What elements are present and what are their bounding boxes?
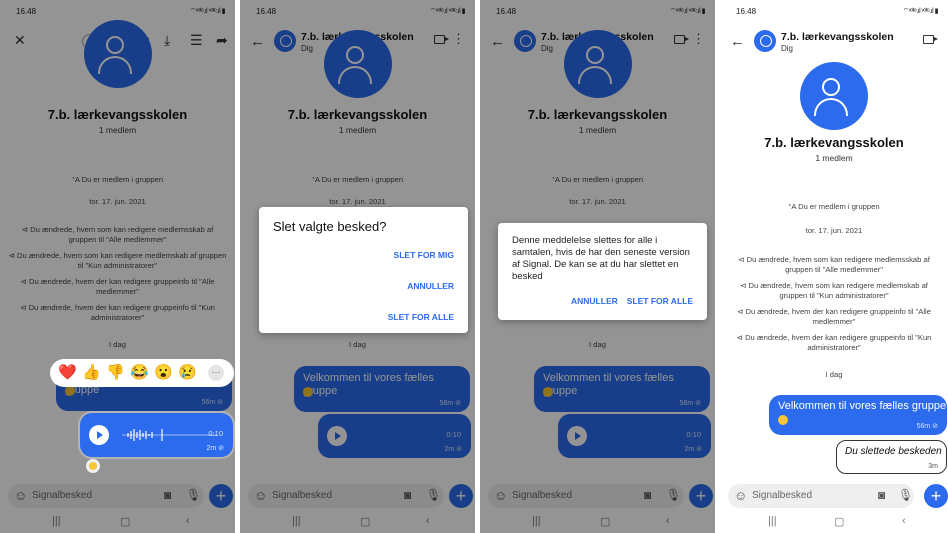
surprised-reaction[interactable]: 😮 — [154, 363, 173, 381]
reaction-badge[interactable] — [86, 459, 100, 473]
today-divider: I dag — [825, 370, 843, 379]
emoji-icon[interactable]: ☺ — [734, 488, 747, 503]
deleted-message-bubble[interactable]: Du slettede beskeden 3m — [836, 440, 947, 474]
group-name: 7.b. lærkevangsskolen — [764, 135, 904, 150]
phone-screen-confirm-dialog: 16.48 ⌔ᵛᵒˡᵗᵉ.ıl ᵛᵒˡᵗᵉ.ıl ▮ ← 7.b. lærkev… — [480, 0, 715, 533]
phone-screen-selection: 16.48 ⌔ᵛᵒˡᵗᵉ.ıl ᵛᵒˡᵗᵉ.ıl ▮ ✕ ⓘ 🗑 ↩ ⤓ ☰ ➦… — [0, 0, 235, 533]
voice-duration: 0:10 — [208, 429, 223, 438]
status-signal-icons: ⌔ᵛᵒˡᵗᵉ.ıl ᵛᵒˡᵗᵉ.ıl ▮ — [902, 8, 939, 15]
nav-back-icon[interactable]: ‹ — [902, 515, 906, 527]
cancel-button[interactable]: ANNULLER — [407, 281, 454, 291]
group-update-event: ⊲ Du ændrede, hvem som kan redigere medl… — [740, 281, 928, 300]
group-update-event: ⊲ Du ændrede, hvem der kan redigere grup… — [737, 307, 931, 326]
delete-for-all-button[interactable]: SLET FOR ALLE — [627, 296, 693, 306]
voice-message-bubble-selected[interactable]: 0:10 2m ⊘ — [80, 413, 233, 457]
delete-for-me-button[interactable]: SLET FOR MIG — [394, 250, 454, 260]
heart-reaction[interactable]: ❤️ — [58, 363, 77, 381]
play-icon[interactable] — [89, 425, 109, 445]
date-divider: tor. 17. jun. 2021 — [805, 226, 863, 235]
confirm-delete-dialog: Denne meddelelse slettes for alle i samt… — [498, 223, 707, 320]
home-icon[interactable]: ▢ — [834, 515, 844, 528]
message-composer[interactable]: ☺ Signalbesked ◙ 🎙 — [728, 484, 914, 508]
delete-for-all-button[interactable]: SLET FOR ALLE — [388, 312, 454, 322]
status-bar: 16.48 ⌔ᵛᵒˡᵗᵉ.ıl ᵛᵒˡᵗᵉ.ıl ▮ — [720, 0, 948, 22]
group-avatar-small[interactable] — [754, 30, 776, 52]
message-time: 56m ⊘ — [916, 423, 938, 430]
thumbs-down-reaction[interactable]: 👎 — [106, 363, 125, 381]
membership-notice: ᐩA Du er medlem i gruppen — [788, 202, 880, 211]
back-arrow-icon[interactable]: ← — [730, 33, 745, 50]
waveform[interactable] — [122, 428, 217, 442]
plus-icon[interactable]: + — [924, 484, 948, 508]
group-update-event: ⊲ Du ændrede, hvem der kan redigere grup… — [736, 333, 932, 352]
camera-icon[interactable]: ◙ — [878, 488, 885, 502]
laugh-reaction[interactable]: 😂 — [130, 363, 149, 381]
more-reactions-icon[interactable]: ··· — [208, 365, 224, 381]
sad-reaction[interactable]: 😢 — [178, 363, 197, 381]
video-call-icon[interactable] — [923, 35, 938, 44]
voice-time: 2m ⊘ — [206, 445, 224, 452]
composer-placeholder[interactable]: Signalbesked — [752, 490, 812, 501]
recent-apps-icon[interactable]: ||| — [768, 515, 777, 527]
deleted-message-text: Du slettede beskeden — [845, 446, 942, 457]
system-nav-bar: ||| ▢ ‹ — [720, 511, 948, 533]
conversation-title[interactable]: 7.b. lærkevangsskolen — [781, 31, 894, 43]
conversation-header: ← 7.b. lærkevangsskolen Dig — [720, 22, 948, 62]
status-time: 16.48 — [736, 7, 757, 16]
dialog-message: Denne meddelelse slettes for alle i samt… — [512, 235, 690, 282]
mic-icon[interactable]: 🎙 — [898, 488, 913, 502]
group-avatar — [800, 62, 868, 130]
message-text: Velkommen til vores fælles gruppe — [778, 400, 947, 412]
screenshot-strip: 16.48 ⌔ᵛᵒˡᵗᵉ.ıl ᵛᵒˡᵗᵉ.ıl ▮ ✕ ⓘ 🗑 ↩ ⤓ ☰ ➦… — [0, 0, 948, 533]
reaction-bar: ❤️ 👍 👎 😂 😮 😢 ··· — [50, 359, 234, 387]
phone-screen-delete-dialog: 16.48 ⌔ᵛᵒˡᵗᵉ.ıl ᵛᵒˡᵗᵉ.ıl ▮ ← 7.b. lærkev… — [240, 0, 475, 533]
dialog-title: Slet valgte besked? — [273, 219, 387, 234]
welcome-message-bubble[interactable]: Velkommen til vores fælles gruppe 56m ⊘ — [769, 395, 947, 435]
group-update-event: ⊲ Du ændrede, hvem som kan redigere medl… — [738, 255, 930, 274]
thumbs-up-reaction[interactable]: 👍 — [82, 363, 101, 381]
conversation-subtitle: Dig — [781, 44, 794, 53]
delete-selected-dialog: Slet valgte besked? SLET FOR MIG ANNULLE… — [259, 207, 468, 333]
smile-emoji-icon — [778, 415, 788, 425]
cancel-button[interactable]: ANNULLER — [571, 296, 618, 306]
message-time: 3m — [928, 463, 938, 470]
member-count: 1 medlem — [815, 153, 853, 163]
